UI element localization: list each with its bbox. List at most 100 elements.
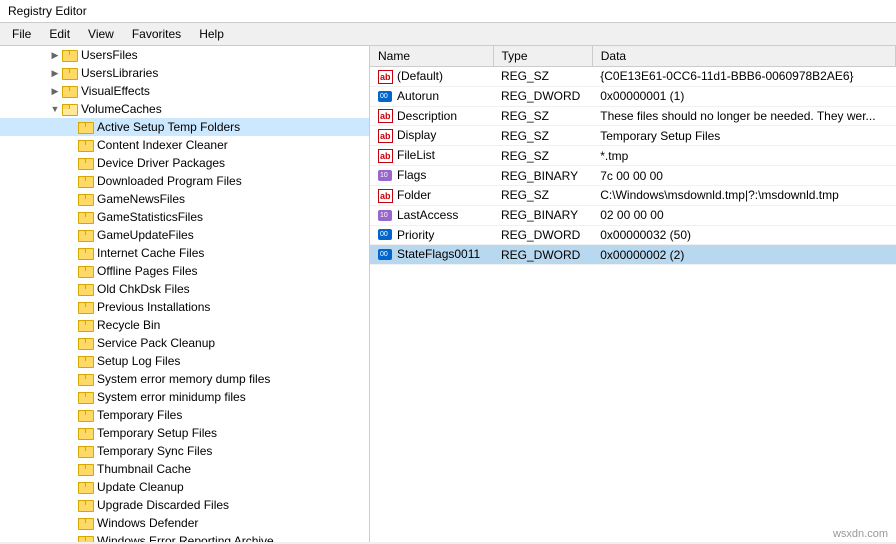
table-row[interactable]: DescriptionREG_SZThese files should no l…: [370, 106, 896, 126]
tree-item[interactable]: ▼VolumeCaches: [0, 100, 369, 118]
reg-name-cell: Display: [370, 126, 493, 146]
tree-item-label: UsersLibraries: [81, 66, 158, 80]
menu-item-view[interactable]: View: [80, 25, 122, 43]
tree-item[interactable]: GameUpdateFiles: [0, 226, 369, 244]
folder-icon: [78, 481, 94, 494]
tree-item[interactable]: System error memory dump files: [0, 370, 369, 388]
reg-type-icon: [378, 209, 394, 223]
watermark: wsxdn.com: [833, 528, 888, 540]
reg-type: REG_SZ: [493, 106, 592, 126]
folder-icon: [78, 175, 94, 188]
reg-type: REG_BINARY: [493, 166, 592, 186]
reg-data: *.tmp: [592, 146, 895, 166]
tree-item[interactable]: GameNewsFiles: [0, 190, 369, 208]
reg-name-cell: FileList: [370, 146, 493, 166]
menu-item-file[interactable]: File: [4, 25, 39, 43]
tree-item[interactable]: Windows Defender: [0, 514, 369, 532]
tree-item[interactable]: Windows Error Reporting Archive: [0, 532, 369, 542]
tree-item[interactable]: Recycle Bin: [0, 316, 369, 334]
reg-name: Description: [397, 109, 457, 123]
reg-type-icon: [378, 248, 394, 262]
tree-item-label: Active Setup Temp Folders: [97, 120, 240, 134]
table-row[interactable]: DisplayREG_SZTemporary Setup Files: [370, 126, 896, 146]
tree-arrow-icon: ▶: [48, 68, 62, 79]
tree-item-label: Recycle Bin: [97, 318, 160, 332]
reg-type: REG_DWORD: [493, 225, 592, 245]
tree-item[interactable]: ▶UsersFiles: [0, 46, 369, 64]
tree-item-label: Downloaded Program Files: [97, 174, 242, 188]
menu-item-help[interactable]: Help: [191, 25, 232, 43]
reg-data: C:\Windows\msdownld.tmp|?:\msdownld.tmp: [592, 185, 895, 205]
tree-item[interactable]: Upgrade Discarded Files: [0, 496, 369, 514]
tree-item[interactable]: Temporary Sync Files: [0, 442, 369, 460]
table-row[interactable]: FlagsREG_BINARY7c 00 00 00: [370, 166, 896, 186]
reg-type-icon: [378, 228, 394, 242]
reg-name: Priority: [397, 228, 434, 242]
folder-icon: [78, 247, 94, 260]
folder-icon: [78, 409, 94, 422]
tree-item[interactable]: Device Driver Packages: [0, 154, 369, 172]
tree-item[interactable]: Previous Installations: [0, 298, 369, 316]
tree-item-label: Windows Error Reporting Archive: [97, 534, 274, 542]
col-type: Type: [493, 46, 592, 67]
tree-item[interactable]: Temporary Files: [0, 406, 369, 424]
right-panel[interactable]: Name Type Data (Default)REG_SZ{C0E13E61-…: [370, 46, 896, 542]
reg-type-icon: [378, 109, 394, 123]
reg-type: REG_SZ: [493, 126, 592, 146]
tree-item[interactable]: Downloaded Program Files: [0, 172, 369, 190]
tree-item[interactable]: Temporary Setup Files: [0, 424, 369, 442]
table-row[interactable]: PriorityREG_DWORD0x00000032 (50): [370, 225, 896, 245]
reg-name: Flags: [397, 168, 426, 182]
folder-icon: [78, 463, 94, 476]
tree-item[interactable]: Service Pack Cleanup: [0, 334, 369, 352]
reg-name-cell: Priority: [370, 225, 493, 245]
tree-item[interactable]: ▶ UsersLibraries: [0, 64, 369, 82]
tree-item-label: GameStatisticsFiles: [97, 210, 203, 224]
reg-data: 0x00000002 (2): [592, 245, 895, 265]
reg-data: 0x00000001 (1): [592, 86, 895, 106]
folder-icon: [78, 355, 94, 368]
folder-icon: [78, 121, 94, 134]
table-row[interactable]: LastAccessREG_BINARY02 00 00 00: [370, 205, 896, 225]
tree-item-label: Internet Cache Files: [97, 246, 204, 260]
tree-item[interactable]: Offline Pages Files: [0, 262, 369, 280]
table-row[interactable]: AutorunREG_DWORD0x00000001 (1): [370, 86, 896, 106]
tree-panel[interactable]: ▶UsersFiles ▶ UsersLibraries ▶VisualEffects…: [0, 46, 370, 542]
folder-icon: [78, 337, 94, 350]
tree-item[interactable]: Setup Log Files: [0, 352, 369, 370]
tree-item[interactable]: GameStatisticsFiles: [0, 208, 369, 226]
tree-item[interactable]: Active Setup Temp Folders: [0, 118, 369, 136]
reg-type-icon: [378, 129, 394, 143]
col-data: Data: [592, 46, 895, 67]
folder-icon: [78, 319, 94, 332]
table-row[interactable]: (Default)REG_SZ{C0E13E61-0CC6-11d1-BBB6-…: [370, 67, 896, 87]
title-bar: Registry Editor FileEditViewFavoritesHel…: [0, 0, 896, 46]
tree-item-label: Temporary Sync Files: [97, 444, 212, 458]
tree-item[interactable]: Old ChkDsk Files: [0, 280, 369, 298]
table-row[interactable]: StateFlags0011REG_DWORD0x00000002 (2): [370, 245, 896, 265]
table-row[interactable]: FolderREG_SZC:\Windows\msdownld.tmp|?:\m…: [370, 185, 896, 205]
tree-item-label: Device Driver Packages: [97, 156, 225, 170]
folder-icon: [62, 67, 78, 80]
reg-type-icon: [378, 169, 394, 183]
folder-icon: [78, 211, 94, 224]
tree-item[interactable]: System error minidump files: [0, 388, 369, 406]
tree-item-label: GameNewsFiles: [97, 192, 185, 206]
reg-name-cell: (Default): [370, 67, 493, 87]
reg-type-icon: [378, 189, 394, 203]
menu-item-edit[interactable]: Edit: [41, 25, 78, 43]
tree-item[interactable]: Internet Cache Files: [0, 244, 369, 262]
folder-icon: [78, 157, 94, 170]
folder-icon: [62, 85, 78, 98]
reg-name: Folder: [397, 188, 431, 202]
tree-item-label: Thumbnail Cache: [97, 462, 191, 476]
tree-item-label: UsersFiles: [81, 48, 138, 62]
menu-item-favorites[interactable]: Favorites: [124, 25, 189, 43]
tree-item[interactable]: ▶VisualEffects: [0, 82, 369, 100]
reg-name: FileList: [397, 148, 435, 162]
tree-item[interactable]: Content Indexer Cleaner: [0, 136, 369, 154]
table-row[interactable]: FileListREG_SZ*.tmp: [370, 146, 896, 166]
tree-item[interactable]: Thumbnail Cache: [0, 460, 369, 478]
reg-type: REG_DWORD: [493, 245, 592, 265]
tree-item[interactable]: Update Cleanup: [0, 478, 369, 496]
